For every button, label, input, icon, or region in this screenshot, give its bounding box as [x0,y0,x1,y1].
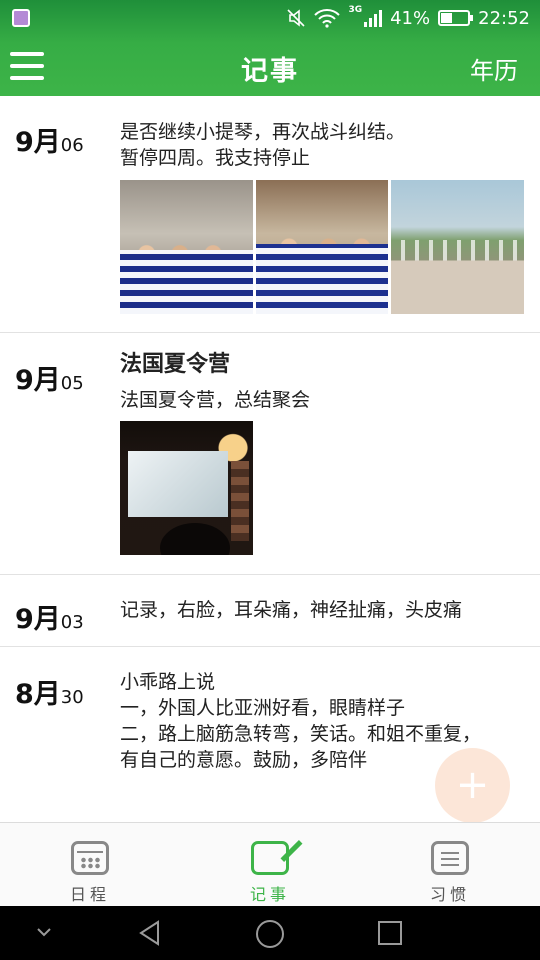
clock: 22:52 [478,7,530,29]
photo-thumbnail[interactable] [120,421,253,555]
entry-date: 8月30 [15,672,84,711]
entry-month: 9月 [15,604,61,635]
entry-content: 法国夏令营 法国夏令营，总结聚会 [120,349,524,555]
list-item[interactable]: 9月05 法国夏令营 法国夏令营，总结聚会 [0,333,540,575]
photo-thumbnail[interactable] [120,180,253,314]
entry-line: 暂停四周。我支持停止 [120,147,311,169]
recents-icon[interactable] [376,919,404,947]
entry-month: 9月 [15,127,61,158]
tab-notes[interactable]: 记事 [180,823,360,906]
note-edit-icon [251,840,303,875]
top-bar: 3G 41% 22:52 记事 年历 [0,0,540,96]
entry-line: 二，路上脑筋急转弯，笑话。和姐不重复， [120,723,482,745]
chevron-down-icon[interactable] [36,926,52,938]
system-nav-bar [0,906,540,960]
bottom-tab-bar: 日程 记事 习惯 [0,822,540,906]
entry-date: 9月06 [15,120,84,159]
battery-icon [438,10,474,26]
tab-label: 日程 [69,885,110,904]
entry-month: 8月 [15,679,61,710]
entry-line: 法国夏令营，总结聚会 [120,389,311,411]
entry-day: 30 [60,687,84,708]
entry-line: 记录，右脸，耳朵痛，神经扯痛，头皮痛 [120,599,463,621]
calendar-icon [71,841,109,875]
tab-label: 习惯 [429,885,470,904]
status-bar: 3G 41% 22:52 [0,0,540,36]
home-icon[interactable] [255,919,285,949]
entry-day: 06 [60,135,84,156]
page-title: 记事 [241,56,299,87]
mute-icon [287,9,306,27]
entry-day: 05 [60,373,84,394]
add-note-button[interactable]: + [435,748,510,823]
network-type: 3G [348,5,363,15]
signal-icon [364,9,383,27]
back-icon[interactable] [136,919,164,947]
photo-thumbnail[interactable] [255,180,389,314]
year-calendar-button[interactable]: 年历 [470,51,518,86]
list-item[interactable]: 9月06 是否继续小提琴，再次战斗纠结。 暂停四周。我支持停止 [0,96,540,333]
tab-habits[interactable]: 习惯 [360,823,540,906]
app-bar: 记事 年历 [0,36,540,96]
tab-label: 记事 [249,885,290,904]
wifi-icon [314,9,341,28]
photo-strip [120,180,525,314]
list-icon [431,841,469,875]
entry-line: 小乖路上说 [120,671,216,693]
plus-icon: + [455,762,490,808]
list-item[interactable]: 9月03 记录，右脸，耳朵痛，神经扯痛，头皮痛 [0,575,540,647]
gallery-notification-icon [12,9,30,27]
entry-date: 9月03 [15,597,84,636]
entry-day: 03 [60,612,84,633]
notes-list: 9月06 是否继续小提琴，再次战斗纠结。 暂停四周。我支持停止 9月05 法国夏… [0,96,540,822]
entry-date: 9月05 [15,358,84,397]
entry-line: 一，外国人比亚洲好看，眼睛样子 [120,697,406,719]
entry-month: 9月 [15,365,61,396]
entry-content: 是否继续小提琴，再次战斗纠结。 暂停四周。我支持停止 [120,119,525,314]
tab-schedule[interactable]: 日程 [0,823,180,906]
entry-line: 是否继续小提琴，再次战斗纠结。 [120,121,406,143]
battery-percent: 41% [390,7,431,29]
entry-title: 法国夏令营 [120,352,231,377]
entry-content: 记录，右脸，耳朵痛，神经扯痛，头皮痛 [120,597,524,623]
status-icons: 3G 41% 22:52 [286,5,530,31]
photo-strip [120,421,524,555]
photo-thumbnail[interactable] [391,180,525,314]
